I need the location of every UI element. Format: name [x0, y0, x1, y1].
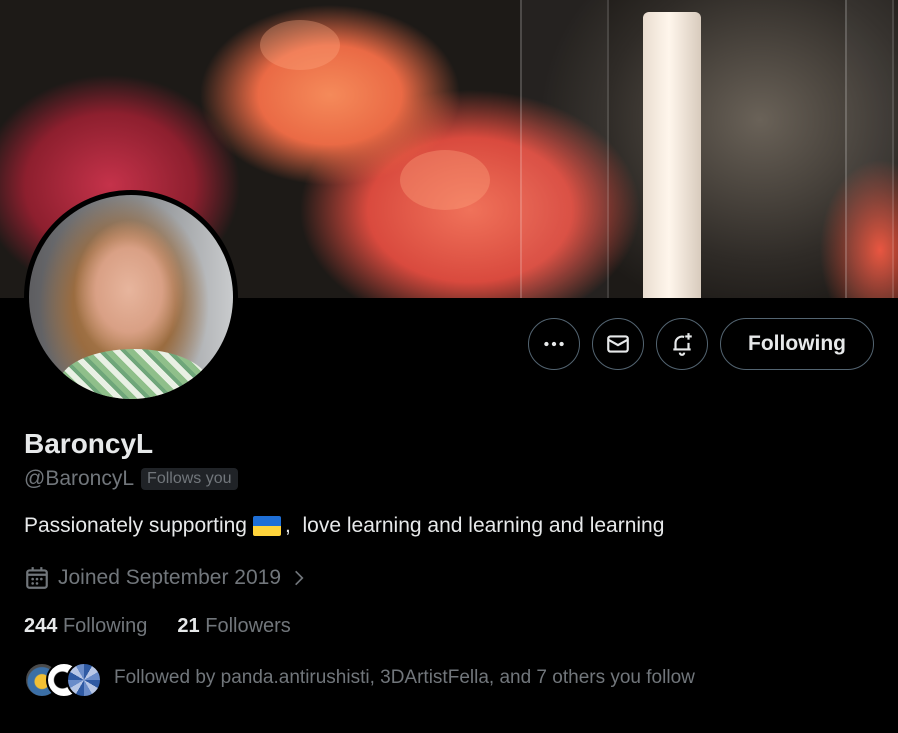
follow-stats: 244 Following 21 Followers — [24, 615, 291, 638]
joined-text: Joined September 2019 — [58, 566, 281, 589]
user-handle: @BaroncyL — [24, 467, 135, 490]
bio-text-start: Passionately supporting — [24, 514, 247, 537]
avatar-shirt — [59, 349, 209, 399]
profile-bio: Passionately supporting , love learning … — [24, 514, 664, 538]
ukraine-flag-icon — [252, 516, 281, 536]
mutual-avatars — [24, 660, 102, 698]
followers-label: Followers — [205, 615, 291, 637]
profile-avatar[interactable] — [24, 190, 238, 404]
mutual-avatar — [66, 662, 102, 698]
followers-count: 21 — [177, 615, 200, 637]
followers-stat[interactable]: 21 Followers — [177, 615, 290, 638]
following-count: 244 — [24, 615, 58, 637]
following-button[interactable]: Following — [720, 318, 874, 370]
banner-candle — [643, 12, 701, 298]
notifications-button[interactable] — [656, 318, 708, 370]
following-label: Following — [62, 615, 148, 637]
followed-by-text: Followed by panda.antirushisti, 3DArtist… — [114, 667, 695, 688]
message-button[interactable] — [592, 318, 644, 370]
following-stat[interactable]: 244 Following — [24, 615, 147, 638]
ellipsis-icon — [544, 341, 564, 347]
handle-row: @BaroncyL Follows you — [24, 467, 238, 491]
follows-you-badge: Follows you — [141, 468, 238, 490]
banner-petal — [400, 150, 490, 210]
avatar-photo — [29, 195, 233, 399]
more-options-button[interactable] — [528, 318, 580, 370]
banner-petal — [260, 20, 340, 70]
joined-date[interactable]: Joined September 2019 — [24, 565, 309, 591]
followed-by-row[interactable]: Followed by panda.antirushisti, 3DArtist… — [24, 660, 695, 698]
bell-plus-icon — [673, 333, 692, 356]
envelope-icon — [607, 335, 629, 353]
display-name: BaroncyL — [24, 428, 154, 459]
bio-text-end: , love learning and learning and learnin… — [284, 514, 665, 537]
calendar-icon — [26, 567, 48, 589]
profile-actions: Following — [528, 318, 874, 370]
banner-glass-2 — [845, 0, 894, 298]
banner-glass-1 — [520, 0, 609, 298]
chevron-right-icon — [295, 570, 304, 586]
